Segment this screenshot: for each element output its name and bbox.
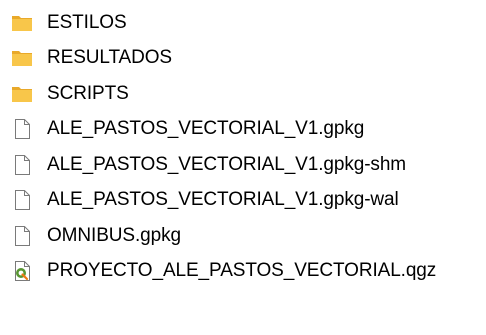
file-name: SCRIPTS xyxy=(47,82,129,104)
file-list: ESTILOS RESULTADOS SCRIPTS ALE_PASTOS_VE… xyxy=(0,5,486,289)
file-row-estilos[interactable]: ESTILOS xyxy=(0,5,486,41)
document-icon xyxy=(11,154,33,176)
file-row-scripts[interactable]: SCRIPTS xyxy=(0,76,486,112)
file-row-resultados[interactable]: RESULTADOS xyxy=(0,41,486,77)
folder-icon xyxy=(11,83,33,105)
document-icon xyxy=(11,225,33,247)
file-name: RESULTADOS xyxy=(47,47,172,69)
folder-icon xyxy=(11,47,33,69)
file-row-ale-pastos-gpkg[interactable]: ALE_PASTOS_VECTORIAL_V1.gpkg xyxy=(0,112,486,148)
file-name: ALE_PASTOS_VECTORIAL_V1.gpkg xyxy=(47,118,365,140)
document-icon xyxy=(11,118,33,140)
file-row-proyecto-qgz[interactable]: PROYECTO_ALE_PASTOS_VECTORIAL.qgz xyxy=(0,254,486,290)
document-icon xyxy=(11,189,33,211)
file-row-omnibus-gpkg[interactable]: OMNIBUS.gpkg xyxy=(0,218,486,254)
file-name: ALE_PASTOS_VECTORIAL_V1.gpkg-shm xyxy=(47,153,407,175)
file-name: OMNIBUS.gpkg xyxy=(47,224,181,246)
file-row-ale-pastos-gpkg-wal[interactable]: ALE_PASTOS_VECTORIAL_V1.gpkg-wal xyxy=(0,183,486,219)
file-name: ALE_PASTOS_VECTORIAL_V1.gpkg-wal xyxy=(47,189,399,211)
qgis-project-icon xyxy=(11,260,33,282)
file-name: ESTILOS xyxy=(47,11,127,33)
file-row-ale-pastos-gpkg-shm[interactable]: ALE_PASTOS_VECTORIAL_V1.gpkg-shm xyxy=(0,147,486,183)
file-name: PROYECTO_ALE_PASTOS_VECTORIAL.qgz xyxy=(47,260,437,282)
folder-icon xyxy=(11,12,33,34)
